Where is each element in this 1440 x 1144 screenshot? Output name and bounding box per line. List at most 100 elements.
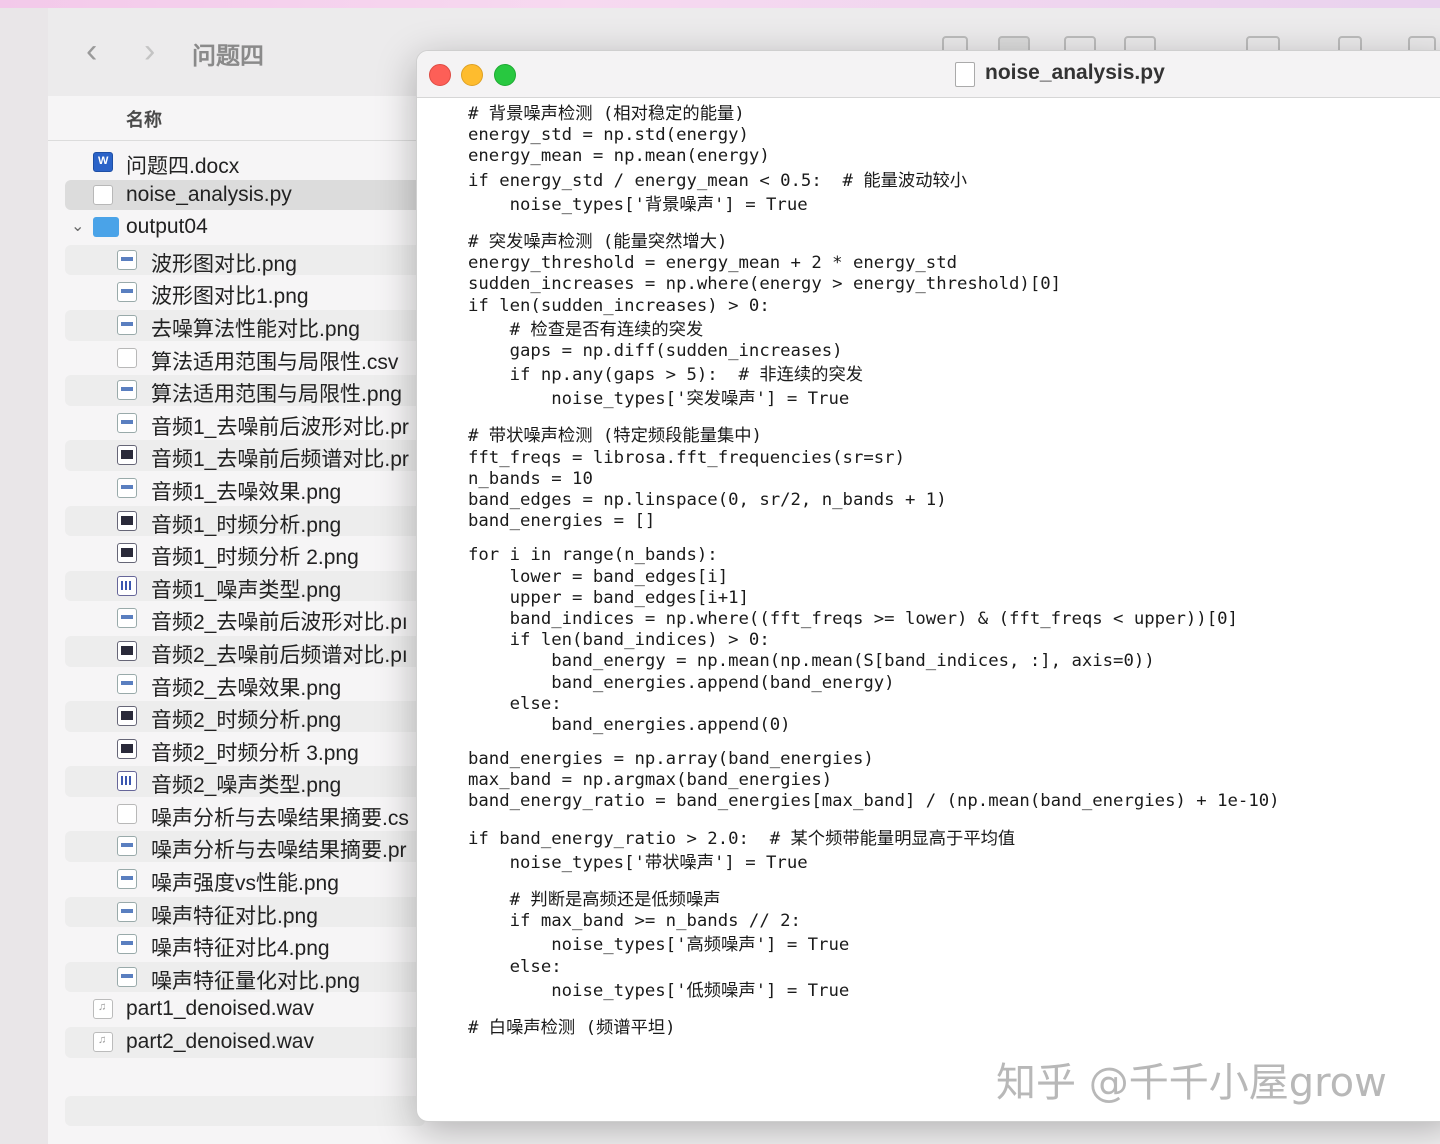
- image-file-icon: [117, 869, 137, 890]
- code-line: gaps = np.diff(sudden_increases): [468, 340, 843, 361]
- image-file-icon: [117, 608, 137, 629]
- image-file-icon: [117, 673, 137, 694]
- image-file-icon: [117, 282, 137, 303]
- file-name: 音频1_去噪前后频谱对比.pr: [151, 448, 409, 472]
- code-line: else:: [468, 956, 562, 977]
- spectrum-image-icon: [117, 543, 137, 564]
- editor-titlebar[interactable]: noise_analysis.py: [417, 51, 1440, 98]
- image-file-icon: [117, 934, 137, 955]
- code-line: if band_energy_ratio > 2.0: # 某个频带能量明显高于…: [468, 828, 1016, 849]
- image-file-icon: [117, 412, 137, 433]
- code-line: noise_types['突发噪声'] = True: [468, 389, 850, 410]
- code-line: # 判断是高频还是低频噪声: [468, 890, 721, 910]
- code-line: energy_mean = np.mean(energy): [468, 146, 770, 167]
- code-line: energy_threshold = energy_mean + 2 * ene…: [468, 253, 957, 274]
- file-name: 噪声特征量化对比.png: [151, 969, 360, 993]
- image-file-icon: [117, 249, 137, 270]
- code-line: noise_types['低频噪声'] = True: [468, 980, 850, 1001]
- close-button[interactable]: [429, 64, 451, 86]
- code-line: # 检查是否有连续的突发: [468, 319, 704, 340]
- code-line: # 背景噪声检测 (相对稳定的能量): [468, 104, 745, 124]
- editor-title: noise_analysis.py: [985, 61, 1165, 84]
- file-name: 波形图对比.png: [151, 252, 297, 276]
- code-line: band_energy = np.mean(np.mean(S[band_ind…: [468, 651, 1155, 672]
- folder-title: 问题四: [192, 43, 264, 70]
- code-line: else:: [468, 693, 562, 714]
- file-name: part2_denoised.wav: [126, 1030, 314, 1054]
- column-header-name[interactable]: 名称: [126, 106, 162, 132]
- code-line: if len(sudden_increases) > 0:: [468, 295, 770, 316]
- code-line: noise_types['背景噪声'] = True: [468, 194, 808, 215]
- code-line: if energy_std / energy_mean < 0.5: # 能量波…: [468, 170, 968, 191]
- code-line: band_indices = np.where((fft_freqs >= lo…: [468, 608, 1238, 629]
- code-line: if np.any(gaps > 5): # 非连续的突发: [468, 365, 864, 386]
- file-name: 噪声特征对比4.png: [151, 937, 330, 961]
- forward-chevron-icon[interactable]: ›: [144, 34, 155, 68]
- file-name: 算法适用范围与局限性.csv: [151, 350, 399, 374]
- code-line: # 突发噪声检测 (能量突然增大): [468, 231, 728, 252]
- file-name: 音频2_时频分析.png: [151, 709, 342, 733]
- file-name: 音频1_去噪效果.png: [151, 480, 342, 504]
- code-line: if len(band_indices) > 0:: [468, 630, 770, 651]
- spectrum-image-icon: [117, 445, 137, 466]
- code-line: fft_freqs = librosa.fft_frequencies(sr=s…: [468, 447, 905, 468]
- zoom-button[interactable]: [494, 64, 516, 86]
- minimize-button[interactable]: [461, 64, 483, 86]
- code-line: upper = band_edges[i+1]: [468, 587, 749, 608]
- code-line: band_edges = np.linspace(0, sr/2, n_band…: [468, 490, 947, 510]
- code-line: band_energies = np.array(band_energies): [468, 749, 874, 770]
- code-line: if max_band >= n_bands // 2:: [468, 911, 801, 932]
- image-file-icon: [117, 477, 137, 498]
- file-name: 噪声特征对比.png: [151, 904, 318, 928]
- file-name: 噪声分析与去噪结果摘要.pr: [151, 839, 407, 863]
- image-file-icon: [117, 380, 137, 401]
- code-line: noise_types['带状噪声'] = True: [468, 852, 808, 873]
- code-line: # 白噪声检测 (频谱平坦): [468, 1017, 676, 1038]
- code-line: noise_types['高频噪声'] = True: [468, 935, 850, 956]
- code-line: # 带状噪声检测 (特定频段能量集中): [468, 426, 762, 447]
- code-line: energy_std = np.std(energy): [468, 125, 749, 146]
- file-name: 噪声强度vs性能.png: [151, 872, 339, 896]
- code-editor[interactable]: # 背景噪声检测 (相对稳定的能量) energy_std = np.std(en…: [468, 101, 1280, 1039]
- audio-file-icon: [93, 999, 113, 1020]
- file-name: 去噪算法性能对比.png: [151, 317, 360, 341]
- file-name: 音频1_去噪前后波形对比.pr: [151, 415, 409, 439]
- file-name: 问题四.docx: [126, 155, 240, 178]
- code-line: band_energies.append(0): [468, 714, 791, 735]
- spectrum-image-icon: [117, 640, 137, 661]
- back-chevron-icon[interactable]: ‹: [86, 34, 97, 68]
- csv-file-icon: [117, 803, 137, 824]
- csv-file-icon: [117, 347, 137, 368]
- spectrum-image-icon: [117, 510, 137, 531]
- file-name: 音频1_噪声类型.png: [151, 578, 342, 602]
- desktop-top-strip: [0, 0, 1440, 8]
- editor-window: noise_analysis.py # 背景噪声检测 (相对稳定的能量) ener…: [416, 50, 1440, 1122]
- file-name: 音频2_去噪前后波形对比.pı: [151, 611, 408, 635]
- file-name: 音频2_去噪前后频谱对比.pı: [151, 643, 408, 667]
- code-line: band_energies = []: [468, 511, 656, 532]
- code-line: band_energies.append(band_energy): [468, 672, 895, 693]
- code-line: n_bands = 10: [468, 468, 593, 489]
- bar-chart-image-icon: [117, 771, 137, 792]
- file-name: 音频2_去噪效果.png: [151, 676, 342, 700]
- file-name: 音频1_时频分析 2.png: [151, 546, 359, 570]
- spectrum-image-icon: [117, 738, 137, 759]
- finder-empty-row: [65, 1096, 425, 1126]
- python-file-icon: [93, 184, 113, 205]
- folder-icon: [93, 217, 119, 238]
- file-name: 噪声分析与去噪结果摘要.cs: [151, 806, 409, 830]
- image-file-icon: [117, 314, 137, 335]
- bar-chart-image-icon: [117, 575, 137, 596]
- file-name: 音频2_噪声类型.png: [151, 774, 342, 798]
- disclosure-chevron-icon[interactable]: ⌄: [71, 216, 84, 236]
- document-icon: [955, 62, 975, 87]
- file-name: 音频1_时频分析.png: [151, 513, 342, 537]
- file-name: 算法适用范围与局限性.png: [151, 383, 402, 407]
- watermark: 知乎 @千千小屋grow: [996, 1060, 1387, 1106]
- code-line: band_energy_ratio = band_energies[max_ba…: [468, 791, 1280, 812]
